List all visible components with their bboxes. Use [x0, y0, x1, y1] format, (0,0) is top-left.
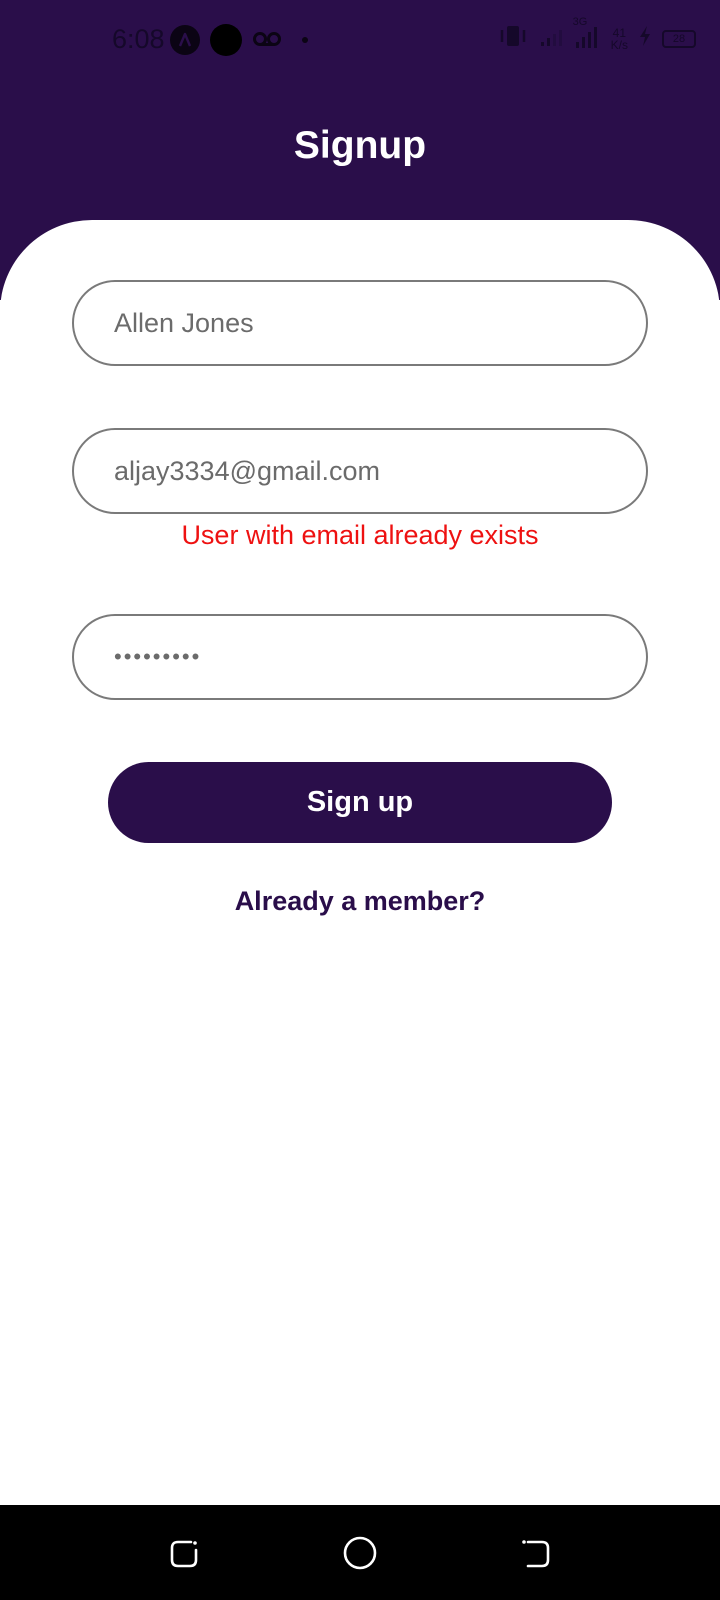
- voicemail-icon: [252, 30, 282, 50]
- email-field[interactable]: [72, 428, 648, 514]
- email-error-message: User with email already exists: [181, 520, 539, 550]
- recent-apps-icon[interactable]: [164, 1533, 204, 1573]
- network-speed: 41 K/s: [611, 27, 628, 51]
- login-link[interactable]: Already a member?: [0, 886, 720, 917]
- navigation-bar: [0, 1505, 720, 1600]
- charging-icon: [638, 25, 652, 52]
- name-field[interactable]: [72, 280, 648, 366]
- page-title: Signup: [293, 124, 427, 167]
- battery-icon: 28: [662, 29, 696, 48]
- signup-button[interactable]: Sign up: [108, 762, 612, 843]
- back-icon[interactable]: [516, 1533, 556, 1573]
- signal-weak-icon: [539, 24, 563, 53]
- home-icon[interactable]: [340, 1533, 380, 1573]
- dot-icon: [302, 37, 308, 43]
- signal-icon: 3G: [573, 16, 601, 55]
- status-icons-left: [170, 24, 308, 56]
- battery-level: 28: [672, 32, 686, 45]
- black-circle-icon: [210, 24, 242, 56]
- network-speed-unit: K/s: [610, 37, 628, 52]
- app-a-icon: [170, 25, 200, 55]
- status-bar: 6:08 3G 41 K/s 28: [0, 0, 720, 80]
- signal-label: 3G: [572, 16, 588, 28]
- password-field[interactable]: [72, 614, 648, 700]
- vibrate-icon: [499, 24, 529, 53]
- status-time: 6:08: [112, 24, 165, 54]
- status-icons-right: 3G 41 K/s 28: [499, 16, 696, 55]
- form-card: [0, 220, 720, 1505]
- email-input[interactable]: [114, 455, 646, 487]
- name-input[interactable]: [114, 307, 646, 339]
- password-input[interactable]: [114, 644, 646, 670]
